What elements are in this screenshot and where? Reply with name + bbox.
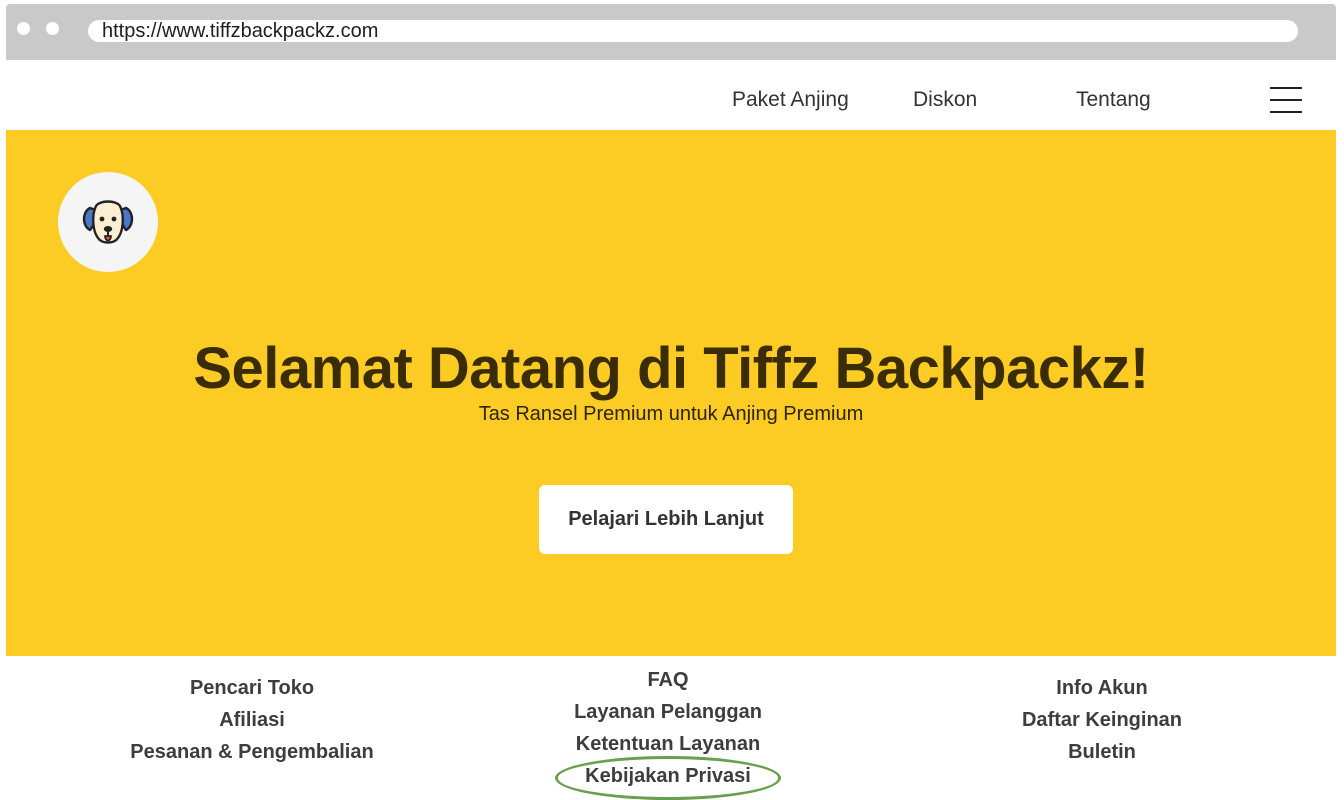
window-dot-icon[interactable] [17,22,30,35]
footer-link-daftar-keinginan[interactable]: Daftar Keinginan [952,704,1252,736]
footer-link-info-akun[interactable]: Info Akun [952,672,1252,704]
footer-link-ketentuan-layanan[interactable]: Ketentuan Layanan [518,728,818,760]
nav-link-tentang[interactable]: Tentang [1076,88,1151,112]
hero-title: Selamat Datang di Tiffz Backpackz! [193,336,1149,401]
footer-link-layanan-pelanggan[interactable]: Layanan Pelanggan [518,696,818,728]
footer-link-kebijakan-privasi[interactable]: Kebijakan Privasi [518,760,818,792]
footer-link-pesanan-pengembalian[interactable]: Pesanan & Pengembalian [102,736,402,768]
footer-link-faq[interactable]: FAQ [518,664,818,696]
site-logo[interactable] [58,172,158,272]
nav-link-paket-anjing[interactable]: Paket Anjing [732,88,849,112]
footer-column-account: Info Akun Daftar Keinginan Buletin [952,672,1252,768]
footer-column-help: FAQ Layanan Pelanggan Ketentuan Layanan … [518,664,818,800]
top-navigation: Paket Anjing Diskon Tentang [6,60,1336,130]
browser-chrome: https://www.tiffzbackpackz.com [6,4,1336,60]
highlighted-link-wrapper: Kebijakan Privasi [518,756,818,800]
footer-column-store: Pencari Toko Afiliasi Pesanan & Pengemba… [102,672,402,768]
footer-link-buletin[interactable]: Buletin [952,736,1252,768]
hero-banner: Selamat Datang di Tiffz Backpackz! Tas R… [6,130,1336,656]
footer-link-pencari-toko[interactable]: Pencari Toko [102,672,402,704]
dog-face-icon [82,200,134,244]
hamburger-menu-icon[interactable] [1270,84,1304,116]
footer-link-afiliasi[interactable]: Afiliasi [102,704,402,736]
address-bar[interactable]: https://www.tiffzbackpackz.com [88,20,1298,42]
learn-more-button[interactable]: Pelajari Lebih Lanjut [539,485,793,554]
hero-subtitle: Tas Ransel Premium untuk Anjing Premium [478,403,864,425]
nav-link-diskon[interactable]: Diskon [913,88,977,112]
window-dot-icon[interactable] [46,22,59,35]
footer: Pencari Toko Afiliasi Pesanan & Pengemba… [6,656,1336,800]
browser-window: https://www.tiffzbackpackz.com Paket Anj… [6,4,1336,800]
